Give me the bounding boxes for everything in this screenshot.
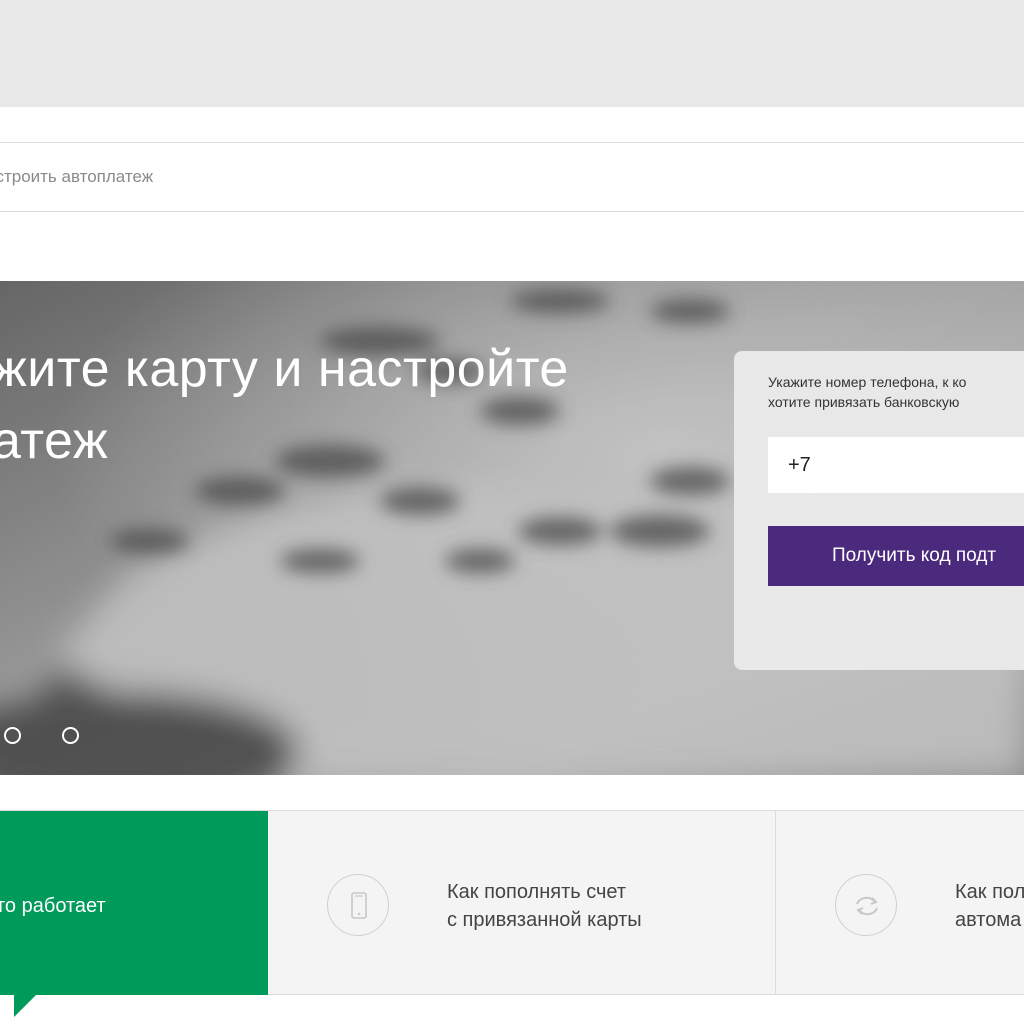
hero-title: жите карту и настройте атеж xyxy=(0,333,569,477)
hero-title-line-2: атеж xyxy=(0,412,109,470)
tab-autopayment-label: Как пол автома xyxy=(955,878,1024,934)
tab-active-pointer xyxy=(14,995,36,1017)
phone-icon xyxy=(327,874,389,936)
breadcrumb: астроить автоплатеж xyxy=(0,167,154,186)
hero-title-line-1: жите карту и настройте xyxy=(0,340,569,398)
tab-top-up-with-card[interactable]: Как пополнять счет с привязанной карты xyxy=(268,811,776,995)
phone-input-value: +7 xyxy=(788,454,811,476)
form-prompt: Укажите номер телефона, к ко хотите прив… xyxy=(768,372,1024,412)
top-header-band xyxy=(0,0,1024,107)
slider-dot-2[interactable] xyxy=(62,727,79,744)
tab-top-up-line-1: Как пополнять счет xyxy=(447,881,627,903)
hero-banner: жите карту и настройте атеж Укажите номе… xyxy=(0,281,1024,775)
breadcrumb-bar: астроить автоплатеж xyxy=(0,142,1024,212)
info-tabs: то работает Как пополнять счет с привяза… xyxy=(0,810,1024,1017)
refresh-icon xyxy=(835,874,897,936)
tab-autopayment[interactable]: Как пол автома xyxy=(777,811,1024,995)
get-code-button[interactable]: Получить код подт xyxy=(768,526,1024,586)
phone-form-card: Укажите номер телефона, к ко хотите прив… xyxy=(734,351,1024,670)
tab-top-up-line-2: с привязанной карты xyxy=(447,909,642,931)
slider-dot-1[interactable] xyxy=(4,727,21,744)
tab-autopayment-line-1: Как пол xyxy=(955,881,1024,903)
tab-autopayment-line-2: автома xyxy=(955,909,1022,931)
form-prompt-line-2: хотите привязать банковскую xyxy=(768,394,960,410)
form-prompt-line-1: Укажите номер телефона, к ко xyxy=(768,374,967,390)
tab-how-it-works[interactable]: то работает xyxy=(0,811,268,1017)
tab-how-it-works-label: то работает xyxy=(0,895,106,917)
tab-top-up-with-card-label: Как пополнять счет с привязанной карты xyxy=(447,878,642,934)
